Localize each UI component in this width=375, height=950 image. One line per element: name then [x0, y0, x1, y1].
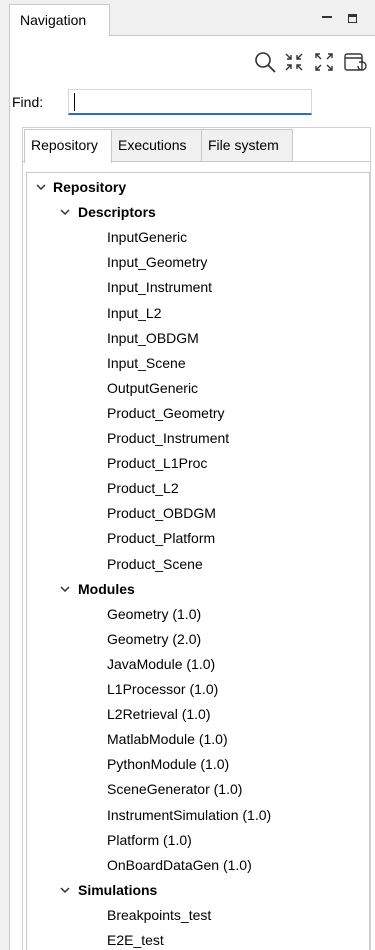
tab-label: Executions — [118, 137, 187, 153]
tree-leaf-item[interactable]: Input_L2 — [107, 301, 162, 326]
tree-leaf-item[interactable]: Product_Platform — [107, 526, 215, 551]
tree-leaf-item[interactable]: Product_L1Proc — [107, 451, 207, 476]
search-button[interactable] — [252, 48, 280, 76]
tree-leaf-item[interactable]: Input_OBDGM — [107, 326, 199, 351]
tree-leaf-item[interactable]: L2Retrieval (1.0) — [107, 702, 211, 727]
chevron-down-icon[interactable] — [59, 206, 71, 218]
tree-node-group[interactable]: Modules — [78, 577, 135, 602]
tab-label: File system — [208, 137, 279, 153]
view-header: Navigation — [0, 0, 375, 36]
minimize-icon — [322, 16, 332, 18]
expand-all-icon — [315, 53, 333, 71]
tree-node-group[interactable]: Descriptors — [78, 200, 156, 225]
tree-leaf-item[interactable]: Geometry (2.0) — [107, 627, 201, 652]
tree-leaf-item[interactable]: MatlabModule (1.0) — [107, 727, 228, 752]
find-input[interactable] — [68, 89, 312, 115]
maximize-button[interactable] — [344, 9, 364, 29]
tree-leaf-item[interactable]: E2E_test — [107, 928, 164, 950]
refresh-button[interactable] — [341, 48, 369, 76]
tab-repository[interactable]: Repository — [24, 129, 112, 163]
collapse-all-icon — [285, 53, 303, 71]
maximize-icon — [348, 14, 357, 23]
tree-leaf-item[interactable]: Product_L2 — [107, 476, 179, 501]
view-title: Navigation — [20, 12, 87, 28]
tree-node-group[interactable]: Simulations — [78, 878, 157, 903]
tree-leaf-item[interactable]: InstrumentSimulation (1.0) — [107, 803, 271, 828]
tree-leaf-item[interactable]: Breakpoints_test — [107, 903, 211, 928]
tree-leaf-item[interactable]: InputGeneric — [107, 225, 187, 250]
tree-leaf-item[interactable]: Geometry (1.0) — [107, 602, 201, 627]
collapse-all-button[interactable] — [281, 48, 309, 76]
tree-node-repository[interactable]: Repository — [53, 175, 126, 200]
find-label: Find: — [12, 94, 44, 110]
search-icon — [255, 52, 276, 73]
view-tab-navigation[interactable]: Navigation — [9, 4, 110, 36]
refresh-icon — [344, 53, 367, 71]
tree-leaf-item[interactable]: Input_Instrument — [107, 275, 212, 300]
tree-leaf-item[interactable]: SceneGenerator (1.0) — [107, 777, 242, 802]
tree-leaf-item[interactable]: OnBoardDataGen (1.0) — [107, 853, 252, 878]
tree-leaf-item[interactable]: Product_Scene — [107, 552, 203, 577]
tree-leaf-item[interactable]: OutputGeneric — [107, 376, 198, 401]
tab-file-system[interactable]: File system — [201, 129, 293, 162]
repository-tree[interactable]: Repository Descriptors InputGeneric Input_G… — [26, 172, 370, 950]
tree-leaf-item[interactable]: L1Processor (1.0) — [107, 677, 218, 702]
minimize-button[interactable] — [318, 9, 338, 29]
tree-leaf-item[interactable]: Platform (1.0) — [107, 828, 192, 853]
tree-leaf-item[interactable]: JavaModule (1.0) — [107, 652, 215, 677]
text-caret — [74, 93, 75, 111]
tree-leaf-item[interactable]: Input_Geometry — [107, 250, 207, 275]
tab-executions[interactable]: Executions — [111, 129, 202, 162]
tree-leaf-item[interactable]: Input_Scene — [107, 351, 186, 376]
chevron-down-icon[interactable] — [59, 583, 71, 595]
chevron-down-icon[interactable] — [35, 181, 47, 193]
tab-label: Repository — [31, 137, 98, 153]
tree-leaf-item[interactable]: Product_OBDGM — [107, 501, 216, 526]
tree-leaf-item[interactable]: Product_Geometry — [107, 401, 225, 426]
chevron-down-icon[interactable] — [59, 884, 71, 896]
tree-leaf-item[interactable]: PythonModule (1.0) — [107, 752, 229, 777]
expand-all-button[interactable] — [310, 48, 338, 76]
tree-leaf-item[interactable]: Product_Instrument — [107, 426, 229, 451]
